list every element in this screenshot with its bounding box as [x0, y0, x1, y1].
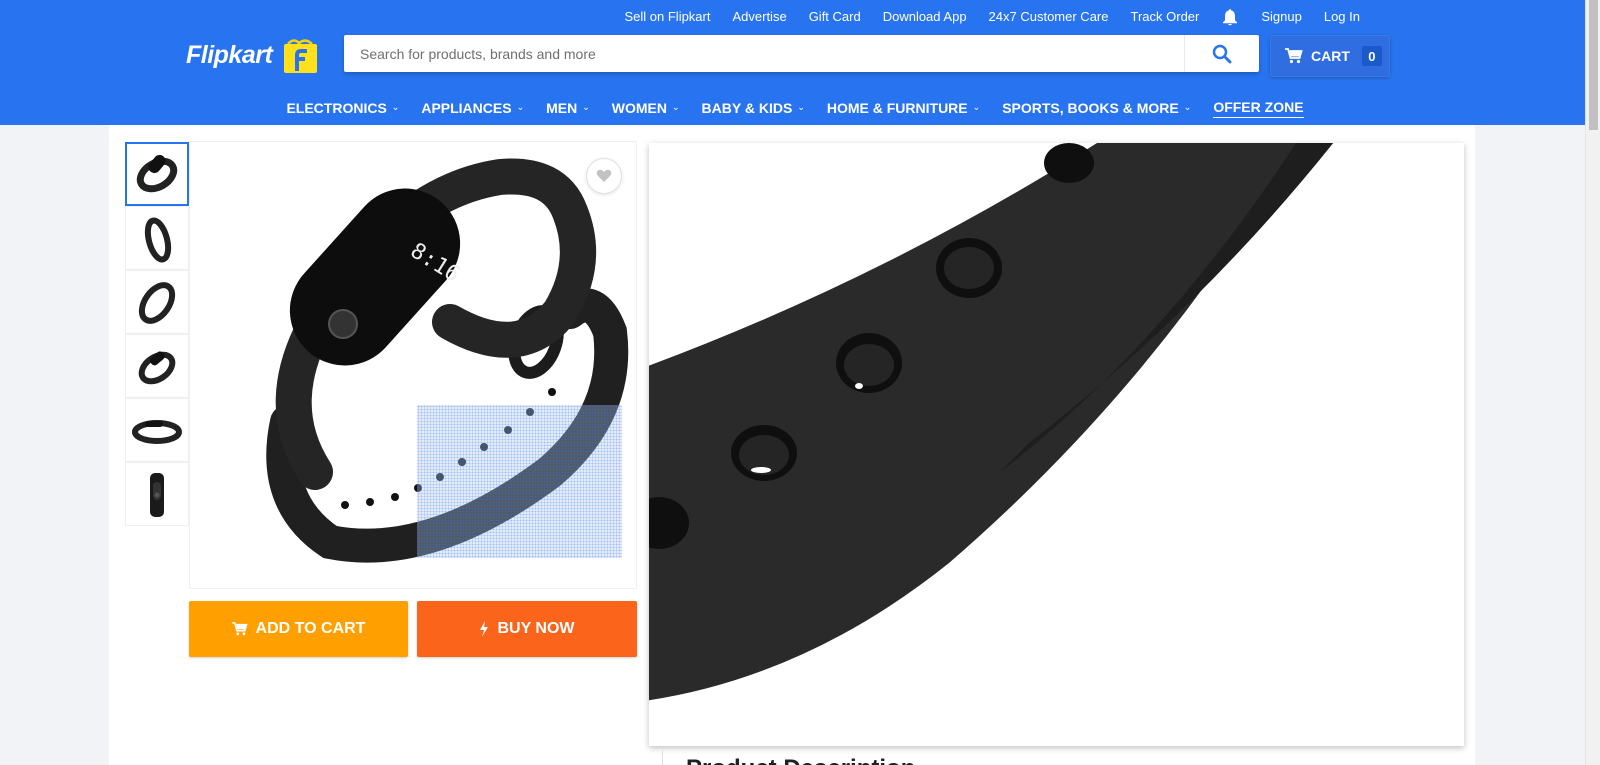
chevron-down-icon: ⌄	[672, 102, 680, 112]
add-to-cart-label: ADD TO CART	[255, 620, 366, 637]
thumbnail-4[interactable]	[125, 334, 189, 398]
nav-label: MEN	[546, 99, 578, 116]
product-image[interactable]: 8:16	[189, 141, 637, 589]
nav-appliances[interactable]: APPLIANCES ⌄	[421, 97, 524, 118]
category-nav: ELECTRONICS ⌄ APPLIANCES ⌄ MEN ⌄ WOMEN ⌄ BAB…	[0, 97, 1585, 118]
nav-women[interactable]: WOMEN ⌄	[612, 97, 680, 118]
nav-label: ELECTRONICS	[286, 99, 387, 116]
nav-electronics[interactable]: ELECTRONICS ⌄	[286, 97, 399, 118]
chevron-down-icon: ⌄	[391, 102, 400, 112]
login-link[interactable]: Log In	[1324, 9, 1360, 25]
gift-card-link[interactable]: Gift Card	[809, 9, 861, 25]
cart-count-badge: 0	[1361, 46, 1382, 66]
thumbnail-2[interactable]	[125, 206, 189, 270]
chevron-down-icon: ⌄	[516, 102, 525, 112]
nav-label: WOMEN	[611, 99, 667, 116]
flipkart-logo[interactable]: Flipkart	[186, 35, 320, 75]
nav-label: APPLIANCES	[421, 99, 512, 116]
buy-now-label: BUY NOW	[497, 620, 575, 637]
customer-care-link[interactable]: 24x7 Customer Care	[989, 9, 1109, 25]
nav-offer-zone[interactable]: OFFER ZONE	[1213, 99, 1304, 118]
add-to-cart-button[interactable]: ADD TO CART	[189, 601, 408, 657]
search-button[interactable]	[1184, 35, 1259, 72]
cart-label: CART	[1311, 48, 1350, 64]
nav-sports-books[interactable]: SPORTS, BOOKS & MORE ⌄	[1002, 97, 1191, 118]
thumbnail-1[interactable]	[125, 142, 189, 206]
chevron-down-icon: ⌄	[582, 102, 590, 112]
scrollbar-thumb[interactable]	[1589, 0, 1598, 130]
divider	[662, 750, 663, 765]
advertise-link[interactable]: Advertise	[732, 9, 786, 25]
fitness-band-image	[144, 217, 172, 263]
zoom-lens	[417, 405, 622, 558]
nav-men[interactable]: MEN ⌄	[546, 97, 590, 118]
search-input[interactable]	[344, 35, 1184, 72]
chevron-down-icon: ⌄	[1183, 102, 1192, 112]
zoomed-image-preview	[649, 143, 1464, 746]
cart-button[interactable]: CART 0	[1270, 35, 1390, 77]
nav-label: SPORTS, BOOKS & MORE	[1002, 99, 1179, 116]
nav-label: OFFER ZONE	[1213, 99, 1304, 115]
chevron-down-icon: ⌄	[797, 102, 805, 112]
shopping-bag-logo-icon	[284, 39, 318, 73]
fitness-band-image	[138, 351, 176, 385]
fitness-band-image	[132, 420, 182, 444]
sell-on-flipkart-link[interactable]: Sell on Flipkart	[625, 9, 711, 25]
search-bar	[344, 35, 1259, 72]
top-links: Sell on Flipkart Advertise Gift Card Dow…	[603, 8, 1360, 26]
nav-home-furniture[interactable]: HOME & FURNITURE ⌄	[827, 97, 980, 118]
nav-label: HOME & FURNITURE	[826, 99, 968, 116]
notification-bell-icon[interactable]	[1221, 8, 1239, 26]
thumbnail-3[interactable]	[125, 270, 189, 334]
thumbnail-list	[125, 142, 189, 526]
header: Flipkart Sell on Flipkart Advertise Gift…	[0, 0, 1585, 125]
heart-icon	[596, 169, 612, 182]
wishlist-button[interactable]	[586, 158, 622, 194]
fitness-band-image	[138, 282, 176, 324]
logo-text: Flipkart	[186, 40, 273, 69]
fitness-band-image	[150, 473, 164, 517]
zoomed-band-image	[649, 143, 1334, 701]
search-icon	[1212, 44, 1232, 63]
fitness-band-image	[136, 154, 178, 193]
cart-icon	[1285, 48, 1303, 64]
chevron-down-icon: ⌄	[972, 102, 981, 112]
product-description-heading: Product Description	[686, 755, 915, 765]
lightning-icon	[480, 621, 489, 637]
thumbnail-6[interactable]	[125, 462, 189, 526]
nav-baby-kids[interactable]: BABY & KIDS ⌄	[702, 97, 805, 118]
buy-now-button[interactable]: BUY NOW	[417, 601, 637, 657]
download-app-link[interactable]: Download App	[883, 9, 967, 25]
nav-label: BABY & KIDS	[701, 99, 793, 116]
cart-icon	[231, 622, 248, 636]
thumbnail-5[interactable]	[125, 398, 189, 462]
page-scrollbar[interactable]	[1585, 0, 1600, 765]
track-order-link[interactable]: Track Order	[1131, 9, 1200, 25]
signup-link[interactable]: Signup	[1261, 9, 1301, 25]
